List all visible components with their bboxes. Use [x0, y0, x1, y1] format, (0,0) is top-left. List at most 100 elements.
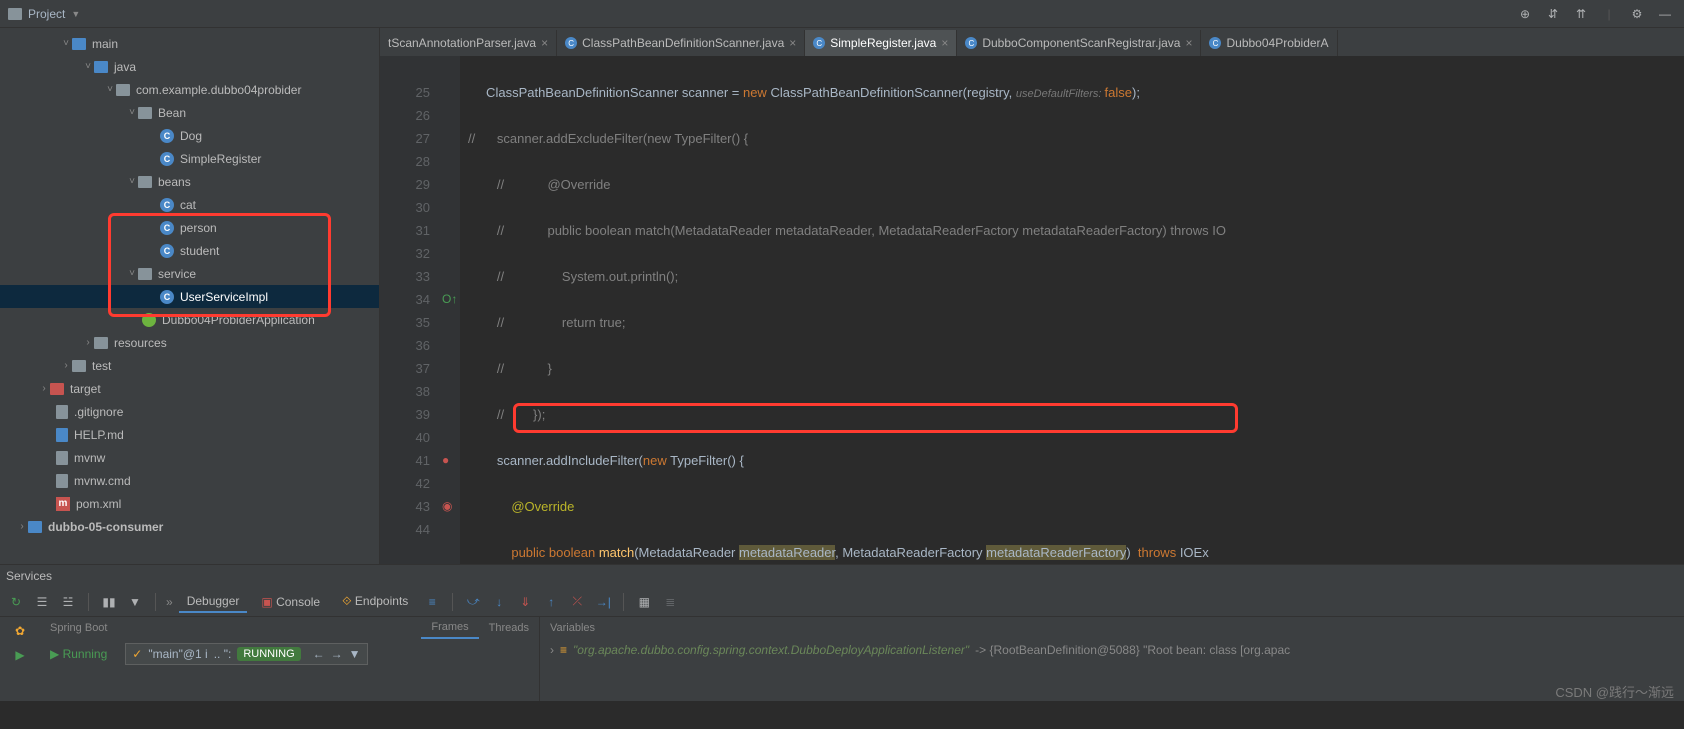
hide-icon[interactable]: —: [1654, 3, 1676, 25]
module-icon: [28, 521, 42, 533]
tree-mvnw[interactable]: mvnw: [0, 446, 379, 469]
md-icon: [56, 428, 68, 442]
class-icon: C: [1209, 37, 1221, 49]
project-label-group[interactable]: Project ▼: [8, 7, 80, 21]
breakpoint-icon[interactable]: ●: [442, 449, 460, 472]
editor-tabs: tScanAnnotationParser.java× CClassPathBe…: [380, 28, 1684, 56]
divider-icon: |: [1598, 3, 1620, 25]
tab-probider[interactable]: CDubbo04ProbiderA: [1201, 30, 1337, 56]
evaluate-icon[interactable]: ▦: [634, 592, 654, 612]
class-icon: C: [565, 37, 577, 49]
debug-side-toolbar: ✿ ▶: [0, 617, 40, 701]
tree-bean-pkg[interactable]: ˅Bean: [0, 101, 379, 124]
camera-icon[interactable]: ▮▮: [99, 592, 119, 612]
gutter-icons[interactable]: O↑ ● ◉: [442, 56, 460, 564]
step-into-icon[interactable]: ↓: [489, 592, 509, 612]
package-icon: [138, 107, 152, 119]
spring-icon: [142, 313, 156, 327]
editor-area: tScanAnnotationParser.java× CClassPathBe…: [380, 28, 1684, 564]
frames-tab[interactable]: Frames: [421, 617, 478, 639]
line-numbers: 2526272829303132333435363738394041424344: [380, 56, 442, 564]
layout-icon[interactable]: ☰: [32, 592, 52, 612]
frames-pane[interactable]: Spring Boot Frames Threads ▶ Running ✓ "…: [40, 617, 540, 701]
collapse-icon[interactable]: ⇈: [1570, 3, 1592, 25]
tree-simpleregister[interactable]: CSimpleRegister: [0, 147, 379, 170]
class-icon: C: [160, 198, 174, 212]
close-icon[interactable]: ×: [941, 36, 948, 50]
tree-main[interactable]: ˅main: [0, 32, 379, 55]
tree-mvnwcmd[interactable]: mvnw.cmd: [0, 469, 379, 492]
variables-pane[interactable]: Variables › ≡ "org.apache.dubbo.config.s…: [540, 617, 1684, 701]
tree-java[interactable]: ˅java: [0, 55, 379, 78]
services-header[interactable]: Services: [0, 565, 1684, 587]
tab-parser[interactable]: tScanAnnotationParser.java×: [380, 30, 557, 56]
close-icon[interactable]: ×: [1185, 36, 1192, 50]
debugger-tab[interactable]: Debugger: [179, 591, 248, 613]
tree-beans-pkg[interactable]: ˅beans: [0, 170, 379, 193]
class-icon: C: [160, 129, 174, 143]
resume-icon[interactable]: ▶: [10, 645, 30, 665]
class-icon: C: [160, 152, 174, 166]
project-icon: [8, 8, 22, 20]
variables-header: Variables: [540, 617, 1684, 639]
target-icon[interactable]: ⊕: [1514, 3, 1536, 25]
layout2-icon[interactable]: ☱: [58, 592, 78, 612]
tree-person[interactable]: Cperson: [0, 216, 379, 239]
trace-icon[interactable]: ≣: [660, 592, 680, 612]
step-out-icon[interactable]: ↑: [541, 592, 561, 612]
tree-help[interactable]: HELP.md: [0, 423, 379, 446]
run-to-cursor-icon[interactable]: →|: [593, 592, 613, 612]
tab-registrar[interactable]: CDubboComponentScanRegistrar.java×: [957, 30, 1201, 56]
endpoints-tab[interactable]: ⟐ Endpoints: [334, 591, 416, 612]
project-tree[interactable]: ˅main ˅java ˅com.example.dubbo04probider…: [0, 28, 380, 564]
tree-target[interactable]: ›target: [0, 377, 379, 400]
tree-userserviceimpl[interactable]: CUserServiceImpl: [0, 285, 379, 308]
tree-package[interactable]: ˅com.example.dubbo04probider: [0, 78, 379, 101]
frame-select[interactable]: ✓ "main"@1 i .. ": RUNNING ← → ▼: [125, 643, 367, 665]
tree-resources[interactable]: ›resources: [0, 331, 379, 354]
code-body[interactable]: ClassPathBeanDefinitionScanner scanner =…: [460, 56, 1684, 564]
tab-simpleregister[interactable]: CSimpleRegister.java×: [805, 30, 957, 56]
drop-frame-icon[interactable]: ⤫: [567, 592, 587, 612]
force-step-icon[interactable]: ⇓: [515, 592, 535, 612]
threads-tab[interactable]: Threads: [479, 617, 539, 639]
debug-panel: Services ↻ ☰ ☱ ▮▮ ▼ » Debugger ▣ Console…: [0, 564, 1684, 701]
tree-service-pkg[interactable]: ˅service: [0, 262, 379, 285]
tree-student[interactable]: Cstudent: [0, 239, 379, 262]
step-over-icon[interactable]: ⤻: [463, 592, 483, 612]
tree-gitignore[interactable]: .gitignore: [0, 400, 379, 423]
breakpoint-checked-icon[interactable]: ◉: [442, 495, 460, 518]
code-editor[interactable]: 2526272829303132333435363738394041424344…: [380, 56, 1684, 564]
folder-icon: [72, 38, 86, 50]
tree-app[interactable]: Dubbo04ProbiderApplication: [0, 308, 379, 331]
console-tab[interactable]: ▣ Console: [253, 592, 328, 612]
gear-icon[interactable]: ⚙: [1626, 3, 1648, 25]
next-frame-icon[interactable]: →: [331, 647, 343, 661]
class-icon: C: [160, 221, 174, 235]
prev-frame-icon[interactable]: ←: [313, 647, 325, 661]
tree-pom[interactable]: mpom.xml: [0, 492, 379, 515]
tree-consumer[interactable]: ›dubbo-05-consumer: [0, 515, 379, 538]
tree-test[interactable]: ›test: [0, 354, 379, 377]
tree-cat[interactable]: Ccat: [0, 193, 379, 216]
filter-frame-icon[interactable]: ▼: [349, 647, 361, 661]
variable-row[interactable]: › ≡ "org.apache.dubbo.config.spring.cont…: [540, 639, 1684, 661]
class-icon: C: [813, 37, 825, 49]
project-toolbar: Project ▼ ⊕ ⇵ ⇈ | ⚙ —: [0, 0, 1684, 28]
running-label: ▶ Running: [40, 644, 117, 664]
threads-icon[interactable]: ≡: [422, 592, 442, 612]
expand-icon[interactable]: ⇵: [1542, 3, 1564, 25]
debug-toolbar: ↻ ☰ ☱ ▮▮ ▼ » Debugger ▣ Console ⟐ Endpoi…: [0, 587, 1684, 617]
file-icon: [56, 474, 68, 488]
folder-icon: [94, 337, 108, 349]
close-icon[interactable]: ×: [541, 36, 548, 50]
tab-scanner[interactable]: CClassPathBeanDefinitionScanner.java×: [557, 30, 805, 56]
file-icon: [56, 451, 68, 465]
rerun-icon[interactable]: ↻: [6, 592, 26, 612]
close-icon[interactable]: ×: [789, 36, 796, 50]
spring-icon[interactable]: ✿: [10, 621, 30, 641]
filter-icon[interactable]: ▼: [125, 592, 145, 612]
tree-dog[interactable]: CDog: [0, 124, 379, 147]
override-icon[interactable]: O↑: [442, 288, 460, 311]
class-icon: C: [160, 290, 174, 304]
